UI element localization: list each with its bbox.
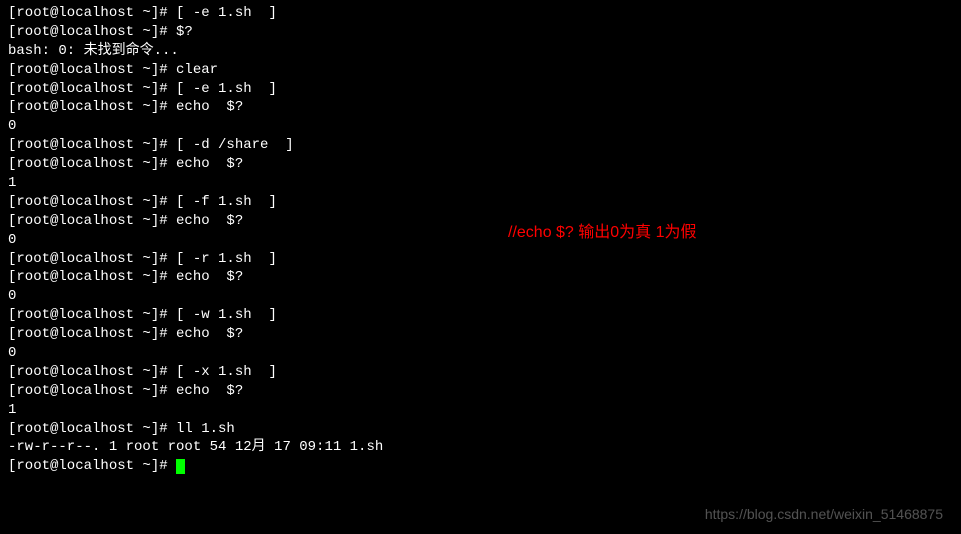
terminal-line: [root@localhost ~]# [ -d /share ] — [8, 136, 953, 155]
terminal-line: [root@localhost ~]# echo $? — [8, 325, 953, 344]
terminal-line: [root@localhost ~]# echo $? — [8, 212, 953, 231]
terminal-line: [root@localhost ~]# [ -w 1.sh ] — [8, 306, 953, 325]
terminal-line: 1 — [8, 174, 953, 193]
terminal-line: [root@localhost ~]# [ -f 1.sh ] — [8, 193, 953, 212]
terminal-line: [root@localhost ~]# [ -e 1.sh ] — [8, 80, 953, 99]
terminal-line: [root@localhost ~]# echo $? — [8, 98, 953, 117]
terminal-line: 0 — [8, 117, 953, 136]
terminal-prompt: [root@localhost ~]# — [8, 458, 176, 474]
terminal-line: [root@localhost ~]# clear — [8, 61, 953, 80]
terminal-line: bash: 0: 未找到命令... — [8, 42, 953, 61]
terminal-line: [root@localhost ~]# echo $? — [8, 155, 953, 174]
terminal-line: [root@localhost ~]# echo $? — [8, 382, 953, 401]
terminal-line: 1 — [8, 401, 953, 420]
terminal-line: [root@localhost ~]# ll 1.sh — [8, 420, 953, 439]
terminal-line: 0 — [8, 344, 953, 363]
terminal-line: 0 — [8, 287, 953, 306]
terminal-line: [root@localhost ~]# echo $? — [8, 268, 953, 287]
terminal-line: [root@localhost ~]# [ -r 1.sh ] — [8, 250, 953, 269]
annotation-text: //echo $? 输出0为真 1为假 — [508, 222, 697, 244]
terminal-line: [root@localhost ~]# $? — [8, 23, 953, 42]
cursor-icon — [176, 459, 185, 474]
terminal-line: -rw-r--r--. 1 root root 54 12月 17 09:11 … — [8, 438, 953, 457]
watermark-text: https://blog.csdn.net/weixin_51468875 — [705, 505, 943, 524]
terminal-output[interactable]: [root@localhost ~]# [ -e 1.sh ] [root@lo… — [8, 4, 953, 476]
terminal-line: 0 — [8, 231, 953, 250]
terminal-line: [root@localhost ~]# [ -x 1.sh ] — [8, 363, 953, 382]
terminal-prompt-line[interactable]: [root@localhost ~]# — [8, 457, 953, 476]
terminal-line: [root@localhost ~]# [ -e 1.sh ] — [8, 4, 953, 23]
